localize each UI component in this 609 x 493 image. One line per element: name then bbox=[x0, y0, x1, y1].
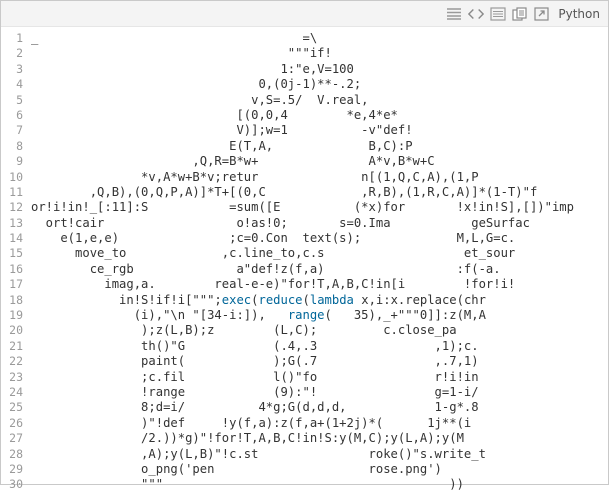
line-number: 19 bbox=[9, 308, 23, 323]
code-line: );z(L,B);z (L,C); c.close_pa bbox=[31, 323, 457, 338]
line-number: 2 bbox=[16, 46, 23, 61]
code-line: V)];w=1 -v"def! bbox=[31, 123, 413, 138]
line-number: 5 bbox=[16, 92, 23, 107]
open-external-icon[interactable] bbox=[534, 6, 550, 22]
code-toolbar: Python bbox=[1, 1, 608, 27]
code-line: (i),"\n "[34-i:]), range( 35),_+"""0]]:z… bbox=[31, 308, 486, 323]
line-number: 16 bbox=[9, 261, 23, 276]
code-line: imag,a. real-e-e)"for!T,A,B,C!in[i !for!… bbox=[31, 277, 516, 292]
line-number: 13 bbox=[9, 215, 23, 230]
line-number: 22 bbox=[9, 354, 23, 369]
language-label: Python bbox=[558, 6, 600, 21]
line-number: 30 bbox=[9, 477, 23, 492]
code-content[interactable]: _ =\ """if! 1:"e,V=100 0,(0j-1)**-.2; v,… bbox=[27, 31, 608, 493]
line-number: 25 bbox=[9, 400, 23, 415]
code-line: *v,A*w+B*v;retur n[(1,Q,C,A),(1,P bbox=[31, 169, 479, 184]
code-line: """ )) bbox=[31, 477, 464, 492]
list-icon[interactable] bbox=[490, 6, 506, 22]
code-line: paint( );G(.7 ,.7,1) bbox=[31, 354, 479, 369]
code-line: /2.))*g)"!for!T,A,B,C!in!S:y(M,C);y(L,A)… bbox=[31, 431, 464, 446]
line-number: 20 bbox=[9, 323, 23, 338]
code-line: o_png('pen rose.png') bbox=[31, 461, 442, 476]
line-number: 4 bbox=[16, 77, 23, 92]
line-number: 18 bbox=[9, 292, 23, 307]
line-number: 8 bbox=[16, 138, 23, 153]
code-line: or!i!in!_[:11]:S =sum([E (*x)for !x!in!S… bbox=[31, 200, 574, 215]
code-line: 1:"e,V=100 bbox=[31, 61, 354, 76]
line-number-gutter: 1 2 3 4 5 6 7 8 9 10 11 12 13 14 15 16 17 18 19 20 21 22 23 24 2… bbox=[1, 31, 27, 493]
code-line: 8;d=i/ 4*g;G(d,d,d, 1-g*.8 bbox=[31, 400, 479, 415]
code-line: [(0,0,4 *e,4*e* bbox=[31, 107, 398, 122]
code-line: """if! bbox=[31, 46, 332, 61]
line-number: 28 bbox=[9, 446, 23, 461]
line-number: 7 bbox=[16, 123, 23, 138]
code-line: v,S=.5/ V.real, bbox=[31, 92, 369, 107]
line-number: 10 bbox=[9, 169, 23, 184]
line-number: 17 bbox=[9, 277, 23, 292]
code-line: in!S!if!i[""";exec(reduce(lambda x,i:x.r… bbox=[31, 292, 486, 307]
code-line: ,A);y(L,B)"!c.st roke()"s.write_t bbox=[31, 446, 486, 461]
code-line: e(1,e,e) ;c=0.Con text(s); M,L,G=c. bbox=[31, 231, 516, 246]
line-number: 11 bbox=[9, 184, 23, 199]
line-number: 3 bbox=[16, 61, 23, 76]
line-number: 27 bbox=[9, 431, 23, 446]
code-line: th()"G (.4,.3 ,1);c. bbox=[31, 338, 479, 353]
code-viewer-window: Python 1 2 3 4 5 6 7 8 9 10 11 12 13 14 15 16 17 18 19 20 21… bbox=[0, 0, 609, 491]
line-number: 26 bbox=[9, 415, 23, 430]
code-line: 0,(0j-1)**-.2; bbox=[31, 77, 362, 92]
line-number: 14 bbox=[9, 231, 23, 246]
line-number: 6 bbox=[16, 107, 23, 122]
line-number: 24 bbox=[9, 384, 23, 399]
line-number: 23 bbox=[9, 369, 23, 384]
code-line: ;c.fil l()"fo r!i!in bbox=[31, 369, 479, 384]
line-number: 15 bbox=[9, 246, 23, 261]
code-line: !range (9):"! g=1-i/ bbox=[31, 384, 479, 399]
line-number: 12 bbox=[9, 200, 23, 215]
line-number: 1 bbox=[16, 31, 23, 45]
code-line: E(T,A, B,C):P bbox=[31, 138, 413, 153]
line-number: 21 bbox=[9, 338, 23, 353]
menu-lines-icon[interactable] bbox=[446, 6, 462, 22]
line-number: 29 bbox=[9, 461, 23, 476]
line-number: 9 bbox=[16, 154, 23, 169]
code-editor[interactable]: 1 2 3 4 5 6 7 8 9 10 11 12 13 14 15 16 17 18 19 20 21 22 23 24 2… bbox=[1, 27, 608, 493]
code-line: ,Q,B),(0,Q,P,A)]*T+[(0,C ,R,B),(1,R,C,A)… bbox=[31, 184, 538, 199]
code-line: ort!cair o!as!0; s=0.Ima geSurfac bbox=[31, 215, 530, 230]
code-line: )"!def !y(f,a):z(f,a+(1+2j)*( 1j**(i bbox=[31, 415, 472, 430]
code-line: move_to ,c.line_to,c.s et_sour bbox=[31, 246, 516, 261]
code-brackets-icon[interactable] bbox=[468, 6, 485, 22]
code-line: ce_rgb a"def!z(f,a) :f(-a. bbox=[31, 261, 501, 276]
code-line: ,Q,R=B*w+ A*v,B*w+C bbox=[31, 154, 435, 169]
copy-icon[interactable] bbox=[512, 6, 528, 22]
code-line: _ =\ bbox=[31, 31, 318, 45]
